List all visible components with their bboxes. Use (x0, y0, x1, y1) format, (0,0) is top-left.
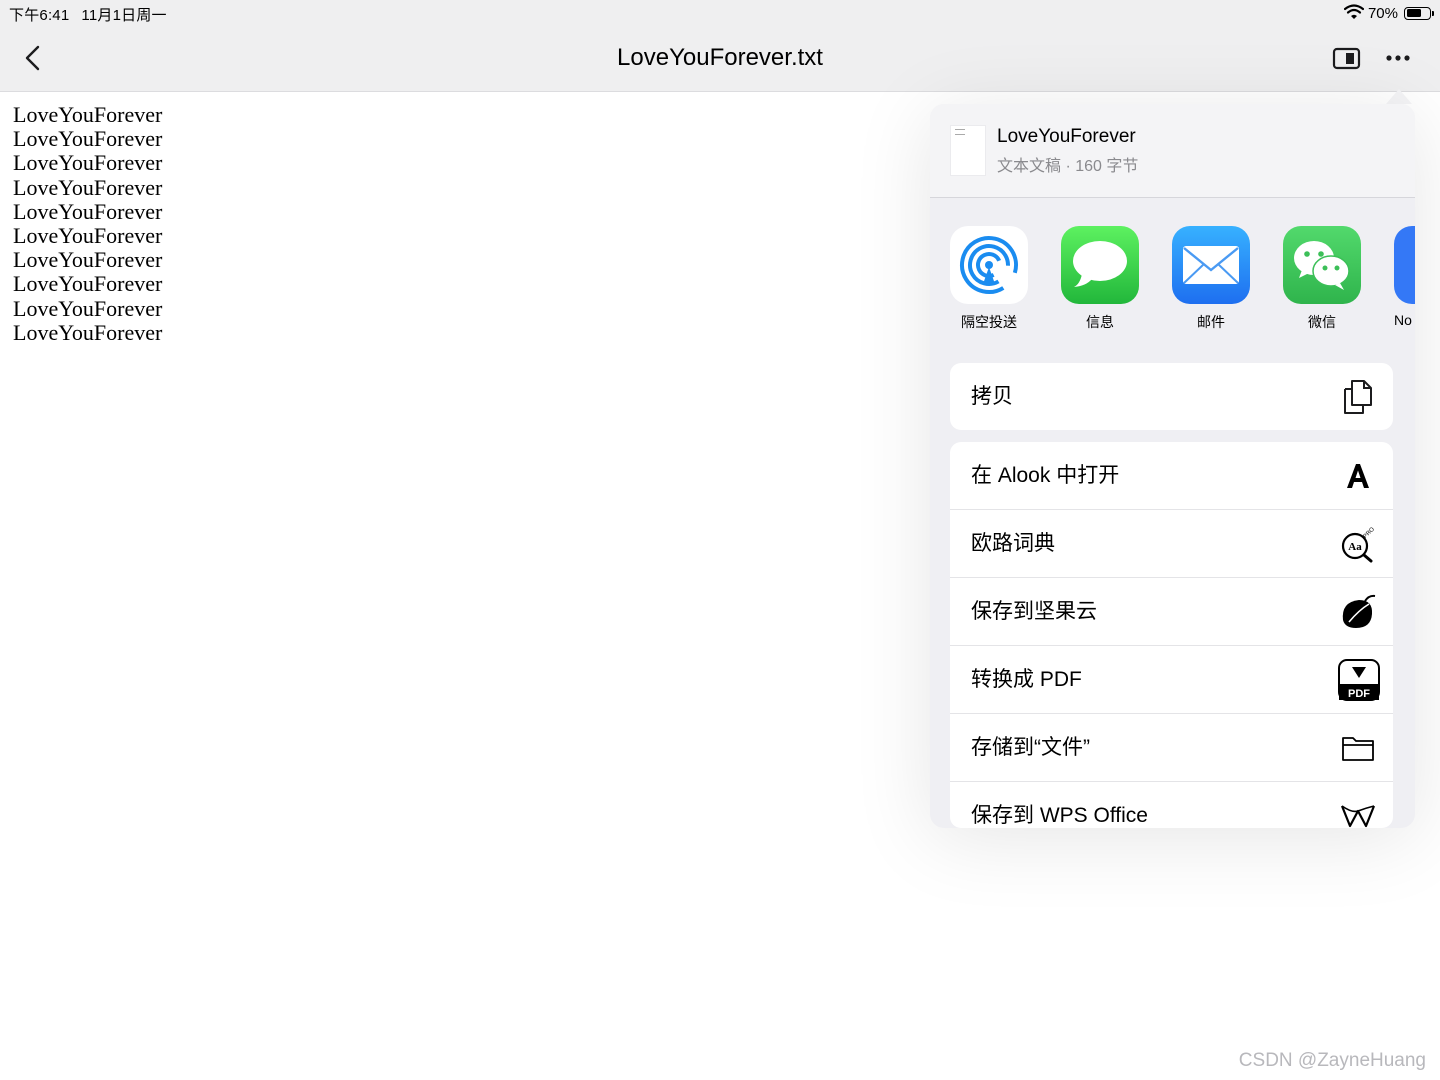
status-time: 下午6:41 (9, 7, 70, 24)
wps-icon (1339, 797, 1377, 828)
text-line: LoveYouForever (13, 295, 163, 321)
action-label: 在 Alook 中打开 (971, 464, 1120, 487)
file-meta: 文本文稿 · 160 字节 (997, 158, 1139, 175)
text-line: LoveYouForever (13, 319, 163, 345)
eudic-dictionary-action[interactable]: 欧路词典 Aa PRO (950, 510, 1393, 578)
text-line: LoveYouForever (13, 174, 163, 200)
airdrop-icon (950, 226, 1028, 304)
share-app-row: 隔空投送 信息 邮件 微信 No (930, 226, 1415, 336)
share-sheet-header: LoveYouForever 文本文稿 · 160 字节 (930, 104, 1415, 198)
file-thumbnail (950, 125, 986, 176)
save-to-wps-action[interactable]: 保存到 WPS Office (950, 782, 1393, 828)
more-button[interactable] (1384, 48, 1414, 68)
svg-text:PDF: PDF (1348, 688, 1370, 700)
ellipsis-icon (1386, 55, 1410, 61)
top-bar: 下午6:41 11月1日周一 70% LoveYouForever.txt (0, 0, 1440, 92)
file-name: LoveYouForever (997, 126, 1136, 147)
sidebar-toggle-icon (1332, 47, 1361, 70)
action-label: 保存到 WPS Office (971, 804, 1148, 827)
watermark: CSDN @ZayneHuang (1238, 1050, 1426, 1071)
status-bar-right: 70% (1343, 3, 1434, 23)
app-label: 邮件 (1197, 314, 1225, 330)
share-app-messages[interactable]: 信息 (1055, 226, 1145, 332)
pdf-convert-icon: PDF (1337, 658, 1381, 702)
sidebar-toggle-button[interactable] (1332, 46, 1362, 72)
save-to-nutstore-action[interactable]: 保存到坚果云 (950, 578, 1393, 646)
svg-text:Aa: Aa (1348, 541, 1362, 553)
text-line: LoveYouForever (13, 223, 163, 249)
nutstore-icon (1339, 593, 1377, 631)
app-label: 信息 (1086, 314, 1114, 330)
folder-icon (1339, 729, 1377, 767)
copy-icon (1339, 378, 1377, 416)
action-label: 存储到“文件” (971, 736, 1090, 759)
wifi-icon (1343, 3, 1365, 23)
share-app-mail[interactable]: 邮件 (1166, 226, 1256, 332)
page-title: LoveYouForever.txt (617, 44, 823, 71)
action-label: 欧路词典 (971, 532, 1055, 555)
popover-arrow (1386, 89, 1412, 104)
battery-fill (1406, 9, 1422, 17)
text-line: LoveYouForever (13, 126, 163, 152)
open-in-alook-action[interactable]: 在 Alook 中打开 (950, 442, 1393, 510)
action-label: 拷贝 (971, 385, 1013, 408)
text-line: LoveYouForever (13, 198, 163, 224)
copy-action[interactable]: 拷贝 (950, 363, 1393, 430)
text-line: LoveYouForever (13, 102, 163, 127)
battery-icon (1404, 6, 1434, 20)
status-date: 11月1日周一 (81, 7, 167, 24)
status-bar-left: 下午6:41 11月1日周一 (9, 4, 179, 25)
text-line: LoveYouForever (13, 150, 163, 176)
convert-to-pdf-action[interactable]: 转换成 PDF PDF (950, 646, 1393, 714)
battery-percent: 70% (1367, 4, 1398, 22)
save-to-files-action[interactable]: 存储到“文件” (950, 714, 1393, 782)
document-text[interactable]: LoveYouForever LoveYouForever LoveYouFor… (13, 102, 163, 345)
text-line: LoveYouForever (13, 271, 163, 297)
app-label: No (1394, 312, 1412, 328)
text-line: LoveYouForever (13, 247, 163, 273)
copy-group: 拷贝 (950, 363, 1393, 430)
notes-app-icon (1394, 226, 1415, 304)
app-label: 微信 (1308, 314, 1336, 330)
svg-text:PRO: PRO (1363, 526, 1377, 540)
actions-group: 在 Alook 中打开 欧路词典 Aa PRO 保存到坚果云 转换成 PDF P… (950, 442, 1393, 828)
action-label: 保存到坚果云 (971, 600, 1097, 623)
app-label: 隔空投送 (961, 314, 1017, 330)
share-app-wechat[interactable]: 微信 (1277, 226, 1367, 332)
dictionary-icon: Aa PRO (1339, 525, 1377, 563)
action-label: 转换成 PDF (971, 668, 1082, 691)
share-app-partial[interactable]: No (1388, 226, 1415, 328)
messages-icon (1061, 226, 1139, 304)
wechat-icon (1283, 226, 1361, 304)
mail-icon (1172, 226, 1250, 304)
alook-icon (1339, 457, 1377, 495)
share-sheet: LoveYouForever 文本文稿 · 160 字节 隔空投送 信息 邮件 … (930, 104, 1415, 828)
share-app-airdrop[interactable]: 隔空投送 (944, 226, 1034, 332)
